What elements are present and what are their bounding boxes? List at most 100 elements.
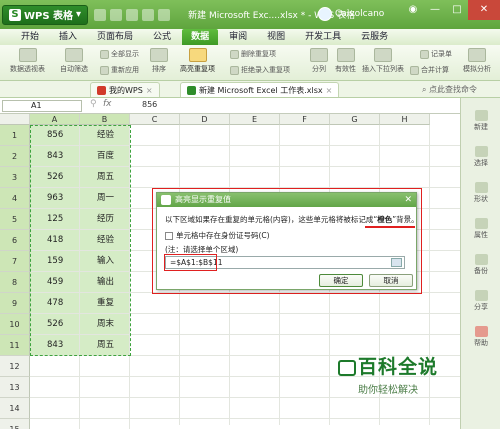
table-cell[interactable]: 526: [30, 314, 80, 335]
row-header[interactable]: 11: [0, 335, 30, 356]
table-cell[interactable]: 输出: [80, 272, 130, 293]
sort-button[interactable]: 排序: [150, 48, 168, 74]
side-panel-item[interactable]: 新建: [467, 110, 495, 132]
row-header[interactable]: 15: [0, 419, 30, 429]
table-cell[interactable]: 843: [30, 146, 80, 167]
fx-icon[interactable]: fx: [103, 99, 112, 109]
table-cell[interactable]: [80, 398, 130, 419]
column-header[interactable]: A: [30, 114, 80, 125]
row-header[interactable]: 6: [0, 230, 30, 251]
row-header[interactable]: 4: [0, 188, 30, 209]
range-picker-icon[interactable]: [391, 258, 402, 267]
table-cell[interactable]: [80, 419, 130, 429]
insert-dropdown-button[interactable]: 插入下拉列表: [362, 48, 404, 74]
column-header[interactable]: E: [230, 114, 280, 125]
side-panel-item[interactable]: 属性: [467, 218, 495, 240]
merge-calc-button[interactable]: 合并计算: [410, 65, 449, 75]
reject-duplicates-button[interactable]: 拒绝录入重复项: [230, 65, 290, 75]
highlight-duplicates-button[interactable]: 高亮重复项: [180, 48, 215, 74]
tab-menu-item[interactable]: 开发工具: [296, 29, 350, 45]
cancel-button[interactable]: 取消: [369, 274, 413, 287]
remove-duplicates-button[interactable]: 删除重复项: [230, 49, 276, 59]
row-header[interactable]: 5: [0, 209, 30, 230]
row-header[interactable]: 7: [0, 251, 30, 272]
undo-icon[interactable]: [142, 8, 155, 21]
preview-icon[interactable]: [126, 8, 139, 21]
column-header[interactable]: B: [80, 114, 130, 125]
column-header[interactable]: D: [180, 114, 230, 125]
show-all-button[interactable]: 全部显示: [100, 49, 139, 59]
close-icon[interactable]: ✕: [404, 193, 412, 207]
tab-menu-item[interactable]: 插入: [50, 29, 86, 45]
close-icon[interactable]: ×: [146, 83, 153, 98]
zoom-formula-icon[interactable]: ⚲: [90, 99, 97, 109]
column-header[interactable]: H: [380, 114, 430, 125]
close-icon[interactable]: ✕: [468, 0, 500, 20]
close-icon[interactable]: ×: [326, 83, 333, 98]
table-cell[interactable]: 856: [30, 125, 80, 146]
command-search[interactable]: ⌕ 点此查找命令: [422, 84, 477, 95]
side-panel-item[interactable]: 帮助: [467, 326, 495, 348]
table-cell[interactable]: [30, 419, 80, 429]
pivot-table-button[interactable]: 数据透视表: [10, 48, 45, 74]
checkbox-box[interactable]: [165, 231, 173, 240]
table-cell[interactable]: 输入: [80, 251, 130, 272]
ok-button[interactable]: 确定: [319, 274, 363, 287]
tab-menu-item[interactable]: 视图: [258, 29, 294, 45]
table-cell[interactable]: 963: [30, 188, 80, 209]
name-box[interactable]: A1: [2, 100, 82, 112]
save-icon[interactable]: [94, 8, 107, 21]
table-cell[interactable]: 125: [30, 209, 80, 230]
table-cell[interactable]: 478: [30, 293, 80, 314]
tab-menu-item[interactable]: 公式: [144, 29, 180, 45]
tab-menu-item[interactable]: 开始: [12, 29, 48, 45]
tab-mywps[interactable]: 我的WPS ×: [90, 82, 160, 97]
skin-icon[interactable]: ◉: [402, 0, 424, 20]
table-cell[interactable]: 418: [30, 230, 80, 251]
maximize-icon[interactable]: □: [446, 0, 468, 20]
id-number-checkbox[interactable]: 单元格中存在身份证号码(C): [165, 230, 270, 241]
table-cell[interactable]: [30, 398, 80, 419]
table-cell[interactable]: [80, 377, 130, 398]
row-header[interactable]: 10: [0, 314, 30, 335]
table-cell[interactable]: [80, 356, 130, 377]
row-header[interactable]: 14: [0, 398, 30, 419]
table-cell[interactable]: 周五: [80, 167, 130, 188]
minimize-icon[interactable]: —: [424, 0, 446, 20]
tab-menu-item[interactable]: 页面布局: [88, 29, 142, 45]
side-panel-item[interactable]: 分享: [467, 290, 495, 312]
row-header[interactable]: 3: [0, 167, 30, 188]
column-header[interactable]: F: [280, 114, 330, 125]
row-header[interactable]: 12: [0, 356, 30, 377]
row-header[interactable]: 1: [0, 125, 30, 146]
redo-icon[interactable]: [158, 8, 171, 21]
table-cell[interactable]: 经历: [80, 209, 130, 230]
row-header[interactable]: 13: [0, 377, 30, 398]
tab-menu-item[interactable]: 云服务: [352, 29, 397, 45]
table-cell[interactable]: 526: [30, 167, 80, 188]
side-panel-item[interactable]: 形状: [467, 182, 495, 204]
user-account[interactable]: Caivolcano: [318, 7, 384, 21]
table-cell[interactable]: 周末: [80, 314, 130, 335]
tab-menu-item[interactable]: 审阅: [220, 29, 256, 45]
table-cell[interactable]: 周五: [80, 335, 130, 356]
select-all-corner[interactable]: [0, 114, 30, 125]
row-header[interactable]: 2: [0, 146, 30, 167]
row-header[interactable]: 9: [0, 293, 30, 314]
print-icon[interactable]: [110, 8, 123, 21]
table-cell[interactable]: 经验: [80, 230, 130, 251]
validity-button[interactable]: 有效性: [335, 48, 356, 74]
wps-app-button[interactable]: S WPS 表格 ▾: [2, 4, 89, 25]
column-header[interactable]: G: [330, 114, 380, 125]
simulate-analysis-button[interactable]: 模拟分析: [463, 48, 491, 74]
table-cell[interactable]: 159: [30, 251, 80, 272]
formula-input[interactable]: 856: [142, 100, 157, 109]
side-panel-item[interactable]: 选择: [467, 146, 495, 168]
table-cell[interactable]: 重复: [80, 293, 130, 314]
autofilter-button[interactable]: 自动筛选: [60, 48, 88, 74]
table-cell[interactable]: 经验: [80, 125, 130, 146]
table-cell[interactable]: [30, 356, 80, 377]
column-header[interactable]: C: [130, 114, 180, 125]
tab-current-file[interactable]: 新建 Microsoft Excel 工作表.xlsx ×: [180, 82, 340, 98]
table-cell[interactable]: 843: [30, 335, 80, 356]
